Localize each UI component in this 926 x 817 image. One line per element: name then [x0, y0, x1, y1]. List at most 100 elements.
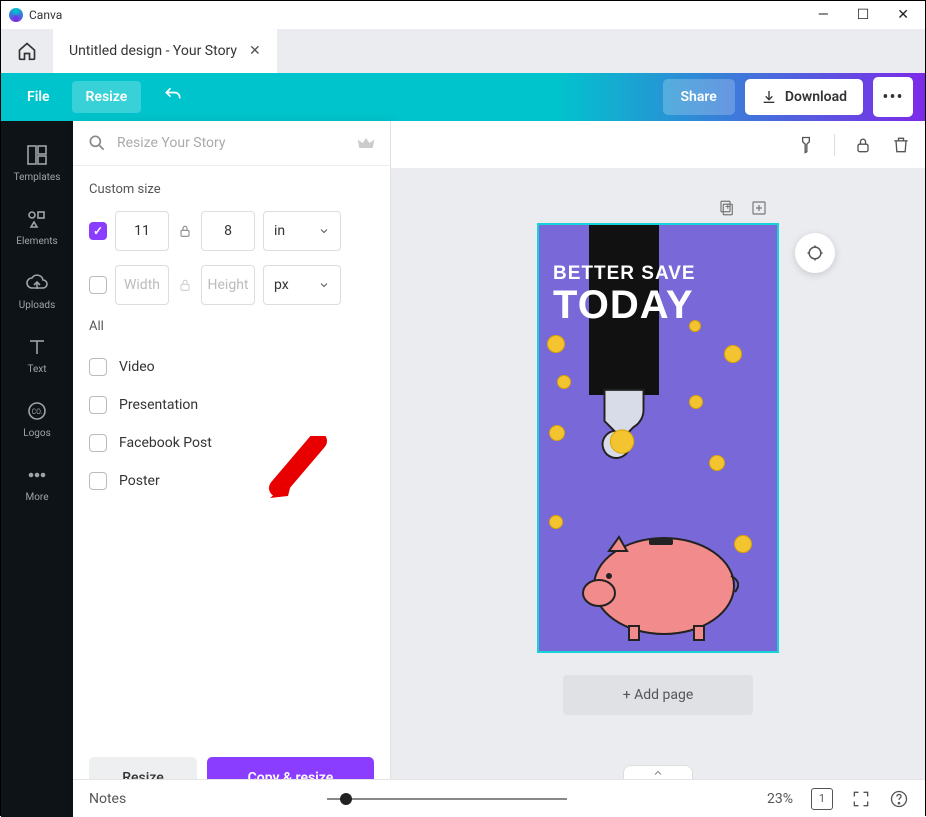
design-page[interactable]: BETTER SAVE TODAY [537, 223, 779, 653]
undo-button[interactable] [149, 77, 197, 117]
width-input-2[interactable] [115, 265, 169, 305]
coin-icon [689, 395, 703, 409]
all-label: All [89, 319, 374, 334]
tab-strip: Untitled design - Your Story ✕ [1, 29, 925, 73]
window-maximize-button[interactable]: ☐ [857, 7, 870, 23]
custom-size-label: Custom size [89, 182, 374, 197]
sidebar-item-label: Elements [16, 236, 57, 247]
sparkle-icon [805, 243, 825, 263]
type-label: Video [119, 359, 155, 375]
chevron-down-icon [318, 225, 330, 237]
sidebar-item-text[interactable]: Text [1, 325, 73, 385]
sidebar-item-elements[interactable]: Elements [1, 197, 73, 257]
top-toolbar: File Resize Share Download ••• [1, 73, 925, 121]
resize-menu[interactable]: Resize [72, 81, 142, 113]
coin-icon [709, 455, 725, 471]
canvas-area: BETTER SAVE TODAY [391, 121, 925, 817]
lock-icon[interactable] [177, 223, 193, 239]
home-icon [17, 41, 37, 61]
svg-text:CO.: CO. [32, 408, 43, 416]
design-headline-1: BETTER SAVE [553, 263, 696, 285]
home-button[interactable] [1, 29, 53, 73]
type-checkbox[interactable] [89, 396, 107, 414]
type-checkbox[interactable] [89, 358, 107, 376]
download-icon [761, 89, 777, 105]
crown-icon [356, 133, 376, 153]
more-menu-button[interactable]: ••• [873, 77, 913, 117]
divider [834, 134, 835, 156]
zoom-slider-thumb[interactable] [340, 793, 352, 805]
add-page-button[interactable]: + Add page [563, 675, 754, 715]
coin-icon [549, 515, 563, 529]
unit-label: px [274, 277, 289, 293]
lock-icon[interactable] [177, 277, 193, 293]
height-input-1[interactable] [201, 211, 255, 251]
resize-type-facebook-post[interactable]: Facebook Post [89, 424, 374, 462]
sidebar-item-more[interactable]: More [1, 453, 73, 513]
type-label: Facebook Post [119, 435, 212, 451]
lock-icon[interactable] [853, 135, 873, 155]
resize-type-video[interactable]: Video [89, 348, 374, 386]
notes-button[interactable]: Notes [89, 791, 126, 807]
logos-icon: CO. [25, 399, 49, 423]
page-indicator[interactable]: 1 [811, 788, 833, 810]
custom-size-checkbox-1[interactable] [89, 222, 107, 240]
resize-search-input[interactable] [117, 135, 346, 151]
type-label: Presentation [119, 397, 198, 413]
text-icon [25, 335, 49, 359]
type-checkbox[interactable] [89, 472, 107, 490]
trash-icon[interactable] [891, 135, 911, 155]
share-button[interactable]: Share [663, 79, 735, 115]
sidebar-item-label: Uploads [19, 300, 55, 311]
window-close-button[interactable]: ✕ [897, 7, 909, 23]
duplicate-page-icon[interactable] [718, 199, 736, 217]
coin-icon [547, 335, 565, 353]
timeline-expander[interactable] [623, 765, 693, 779]
height-input-2[interactable] [201, 265, 255, 305]
sidebar-item-uploads[interactable]: Uploads [1, 261, 73, 321]
coin-icon [724, 345, 742, 363]
page-quick-action-button[interactable] [795, 233, 835, 273]
unit-select-1[interactable]: in [263, 211, 341, 251]
coin-icon [549, 425, 565, 441]
unit-label: in [274, 223, 285, 239]
left-sidebar: Templates Elements Uploads Text CO. Logo… [1, 121, 73, 817]
document-tab[interactable]: Untitled design - Your Story ✕ [53, 29, 277, 73]
tab-close-button[interactable]: ✕ [249, 43, 261, 59]
width-input-1[interactable] [115, 211, 169, 251]
unit-select-2[interactable]: px [263, 265, 341, 305]
sidebar-item-label: Templates [14, 172, 61, 183]
window-title: Canva [29, 8, 62, 22]
help-icon[interactable] [889, 789, 909, 809]
search-icon [87, 133, 107, 153]
templates-icon [25, 143, 49, 167]
type-label: Poster [119, 473, 160, 489]
resize-panel: Custom size in px [73, 121, 391, 817]
sidebar-item-label: Text [27, 364, 46, 375]
elements-icon [25, 207, 49, 231]
resize-type-poster[interactable]: Poster [89, 462, 374, 500]
fullscreen-icon[interactable] [851, 789, 871, 809]
sidebar-item-logos[interactable]: CO. Logos [1, 389, 73, 449]
window-minimize-button[interactable]: — [818, 7, 829, 23]
canvas-toolbar [391, 121, 925, 169]
sidebar-item-label: Logos [23, 428, 51, 439]
undo-icon [163, 85, 183, 105]
download-button[interactable]: Download [745, 79, 863, 115]
type-checkbox[interactable] [89, 434, 107, 452]
design-headline-2: TODAY [553, 283, 694, 328]
sidebar-item-label: More [25, 492, 48, 503]
file-menu[interactable]: File [13, 81, 64, 113]
zoom-slider[interactable] [144, 798, 749, 800]
add-page-icon[interactable] [750, 199, 768, 217]
sidebar-item-templates[interactable]: Templates [1, 133, 73, 193]
chevron-up-icon [652, 767, 664, 779]
bottom-bar: Notes 23% 1 [73, 779, 925, 817]
styles-icon[interactable] [796, 135, 816, 155]
design-hand-graphic [585, 385, 663, 463]
window-titlebar: Canva — ☐ ✕ [1, 1, 925, 29]
zoom-percent[interactable]: 23% [767, 791, 793, 807]
custom-size-checkbox-2[interactable] [89, 276, 107, 294]
coin-icon [557, 375, 571, 389]
resize-type-presentation[interactable]: Presentation [89, 386, 374, 424]
